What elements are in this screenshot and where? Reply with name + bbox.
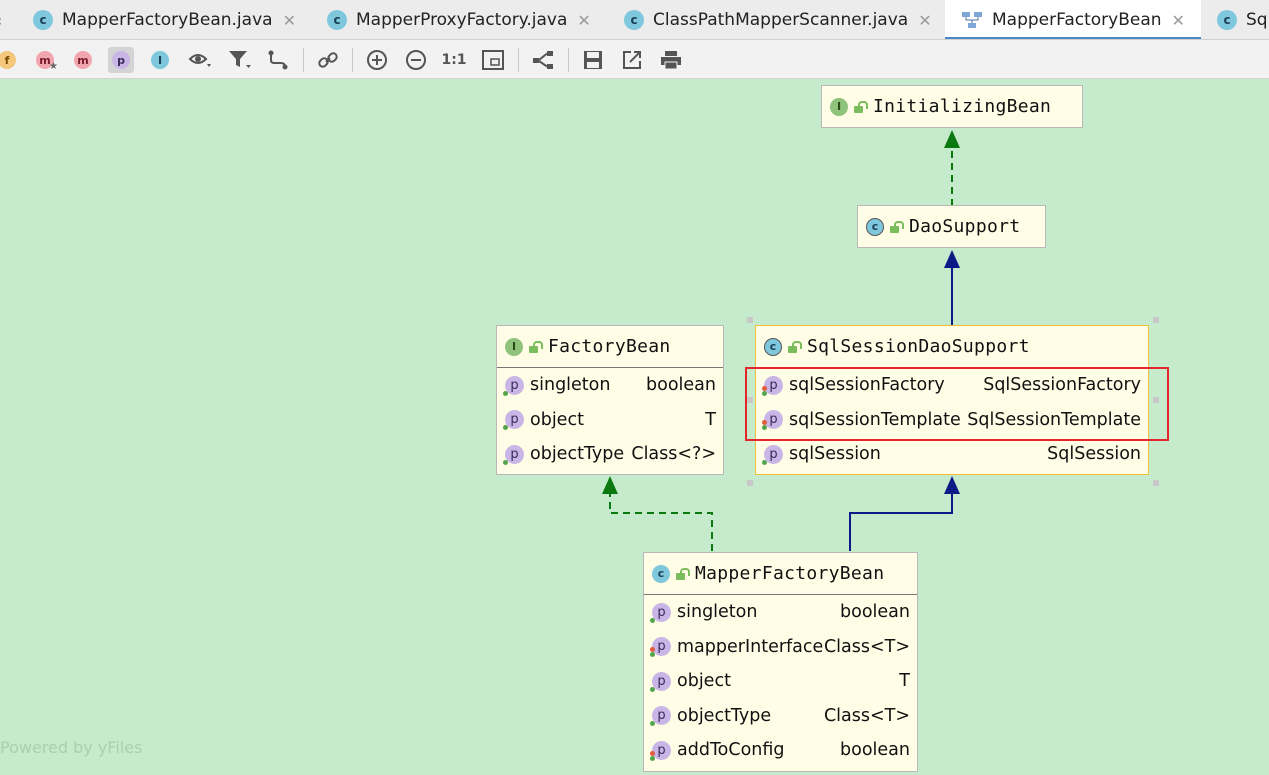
property-row[interactable]: p singleton boolean xyxy=(644,595,917,630)
node-mapper-factory-bean[interactable]: c MapperFactoryBean p singleton boolean pm… xyxy=(643,552,918,772)
interface-icon: I xyxy=(830,97,848,116)
implements-arrowhead xyxy=(944,130,960,148)
property-row[interactable]: p object T xyxy=(497,403,723,438)
implements-edge xyxy=(609,494,713,551)
property-name: sqlSession xyxy=(789,444,881,465)
interface-icon: I xyxy=(505,337,523,356)
property-row[interactable]: p objectType Class<?> xyxy=(497,437,723,472)
property-row[interactable]: p objectType Class<T> xyxy=(644,699,917,734)
extends-arrowhead xyxy=(944,476,960,494)
property-icon: p xyxy=(650,740,671,761)
node-title: DaoSupport xyxy=(909,216,1021,237)
public-icon xyxy=(889,220,904,233)
node-dao-support[interactable]: c DaoSupport xyxy=(857,205,1046,248)
abstract-class-icon: c xyxy=(866,217,884,236)
yfiles-watermark: Powered by yFiles xyxy=(0,738,143,757)
public-icon xyxy=(675,567,690,580)
abstract-class-icon: c xyxy=(764,337,782,356)
property-name: objectType xyxy=(530,444,625,465)
property-type: Class<T> xyxy=(823,705,910,726)
node-factory-bean[interactable]: I FactoryBean p singleton boolean p object T… xyxy=(496,325,724,475)
property-type: SqlSession xyxy=(1047,444,1141,465)
property-icon: p xyxy=(650,671,671,692)
implements-arrowhead xyxy=(602,476,618,494)
property-type: T xyxy=(705,409,716,430)
node-title: SqlSessionDaoSupport xyxy=(807,336,1030,357)
class-icon: c xyxy=(652,564,670,583)
property-name: singleton xyxy=(677,602,758,623)
highlight-annotation-box xyxy=(745,367,1169,441)
property-row[interactable]: p addToConfig boolean xyxy=(644,733,917,768)
property-icon: p xyxy=(503,444,524,465)
property-type: boolean xyxy=(646,375,716,396)
property-icon: p xyxy=(650,637,671,658)
extends-edge xyxy=(849,494,953,551)
property-name: objectType xyxy=(677,705,772,726)
property-icon: p xyxy=(503,410,524,431)
property-name: object xyxy=(530,409,584,430)
property-type: boolean xyxy=(840,740,910,761)
property-row[interactable]: p object T xyxy=(644,664,917,699)
property-name: mapperInterface xyxy=(677,636,824,657)
public-icon xyxy=(853,100,868,113)
property-row[interactable]: p sqlSession SqlSession xyxy=(756,437,1148,472)
property-name: addToConfig xyxy=(677,740,785,761)
node-title: InitializingBean xyxy=(873,96,1052,117)
property-type: Class<T> xyxy=(823,636,910,657)
property-icon: p xyxy=(650,706,671,727)
property-icon: p xyxy=(503,375,524,396)
node-title: FactoryBean xyxy=(548,336,671,357)
node-initializing-bean[interactable]: I InitializingBean xyxy=(821,85,1083,128)
property-type: boolean xyxy=(840,602,910,623)
property-icon: p xyxy=(650,602,671,623)
public-icon xyxy=(528,340,543,353)
property-type: T xyxy=(899,671,910,692)
property-name: object xyxy=(677,671,731,692)
property-row[interactable]: p mapperInterface Class<T> xyxy=(644,630,917,665)
property-icon: p xyxy=(762,444,783,465)
property-type: Class<?> xyxy=(631,444,716,465)
property-row[interactable]: p singleton boolean xyxy=(497,368,723,403)
public-icon xyxy=(787,340,802,353)
extends-arrowhead xyxy=(944,250,960,268)
property-name: singleton xyxy=(530,375,611,396)
node-title: MapperFactoryBean xyxy=(695,563,885,584)
